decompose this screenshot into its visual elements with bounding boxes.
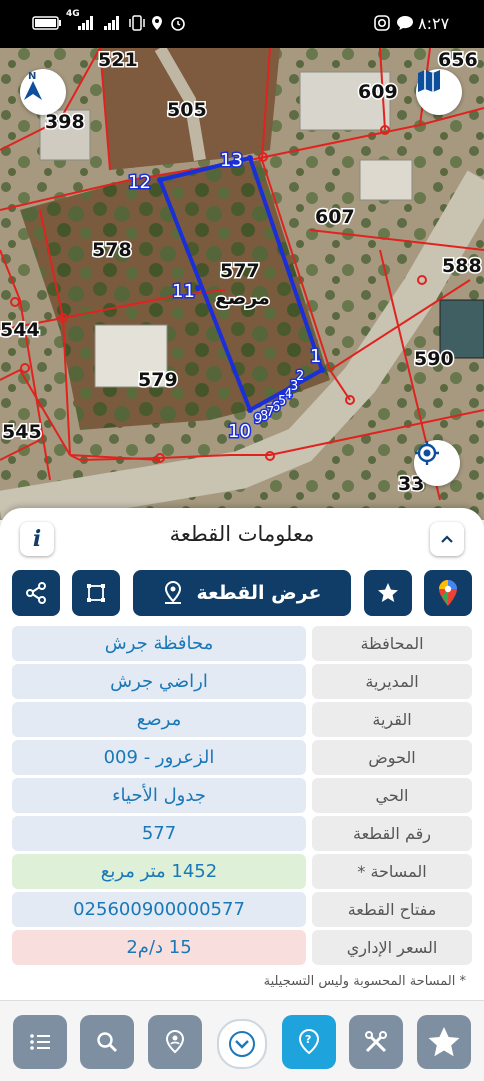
parcel-key-value: 025600900000577	[12, 892, 306, 927]
signal-icon-2	[104, 12, 122, 34]
row-area: 1452 متر مربع المساحة *	[12, 854, 472, 889]
google-maps-icon	[439, 580, 457, 606]
neighborhood-label: الحي	[312, 778, 472, 813]
favorite-button[interactable]	[364, 570, 412, 616]
parcel-label-588: 588	[442, 255, 482, 277]
collapse-nav-button[interactable]	[217, 1019, 267, 1069]
north-arrow-button[interactable]: N	[20, 69, 66, 115]
vibrate-icon	[128, 12, 146, 34]
collapse-button[interactable]	[430, 522, 464, 556]
map-view[interactable]: 521 656 505 609 398 607 578 577 مرصع 588…	[0, 48, 484, 520]
parcel-village-label: مرصع	[215, 287, 270, 309]
row-admin-price: 15 د/م2 السعر الإداري	[12, 930, 472, 965]
location-search-button[interactable]	[148, 1015, 202, 1069]
row-parcel-number: 577 رقم القطعة	[12, 816, 472, 851]
show-parcel-label: عرض القطعة	[196, 582, 322, 604]
parcel-label-607: 607	[315, 206, 355, 228]
parcel-label-609: 609	[358, 81, 398, 103]
parcel-label-505: 505	[167, 99, 207, 121]
governorate-value: محافظة جرش	[12, 626, 306, 661]
favorites-button[interactable]	[417, 1015, 471, 1069]
parcel-label-579: 579	[138, 369, 178, 391]
row-basin: الزعرور - 009 الحوض	[12, 740, 472, 775]
my-location-button[interactable]	[414, 440, 460, 486]
compass-icon: N	[24, 71, 42, 100]
svg-text:N: N	[28, 71, 36, 82]
area-footnote: * المساحة المحسوبة وليس التسجيلية	[263, 974, 466, 989]
vertex-label-9: 9	[254, 412, 262, 427]
admin-price-value: 15 د/م2	[12, 930, 306, 965]
google-maps-button[interactable]	[424, 570, 472, 616]
parcel-key-label: مفتاح القطعة	[312, 892, 472, 927]
row-neighborhood: جدول الأحياء الحي	[12, 778, 472, 813]
instagram-icon	[374, 12, 390, 34]
row-governorate: محافظة جرش المحافظة	[12, 626, 472, 661]
polygon-button[interactable]	[72, 570, 120, 616]
parcel-label-398: 398	[45, 111, 85, 133]
parcel-number-label: رقم القطعة	[312, 816, 472, 851]
star-icon	[428, 1027, 460, 1057]
governorate-label: المحافظة	[312, 626, 472, 661]
list-button[interactable]	[13, 1015, 67, 1069]
parcel-label-521: 521	[98, 49, 138, 71]
vertex-label-12: 12	[128, 172, 151, 193]
search-button[interactable]	[80, 1015, 134, 1069]
area-value: 1452 متر مربع	[12, 854, 306, 889]
location-pin-icon	[165, 1030, 185, 1054]
chevron-down-icon	[229, 1031, 255, 1057]
alarm-icon	[170, 12, 186, 34]
row-parcel-key: 025600900000577 مفتاح القطعة	[12, 892, 472, 927]
polygon-shape-icon	[87, 584, 105, 602]
crosshair-icon	[415, 441, 439, 465]
share-button[interactable]	[12, 570, 60, 616]
parcel-label-656: 656	[438, 49, 478, 71]
map-pin-icon	[165, 581, 182, 604]
basin-label: الحوض	[312, 740, 472, 775]
show-parcel-button[interactable]: عرض القطعة	[133, 570, 351, 616]
directorate-value: اراضي جرش	[12, 664, 306, 699]
map-layers-icon	[418, 70, 440, 92]
list-icon	[30, 1034, 50, 1050]
help-pin-icon: ?	[298, 1029, 320, 1055]
chevron-up-icon	[441, 535, 453, 543]
parcel-info-panel: i معلومات القطعة عرض القطعة محافظة جرش ا…	[0, 508, 484, 1080]
tools-icon	[365, 1031, 387, 1053]
signal-icon	[78, 12, 96, 34]
status-bar: 4G ٨:٢٧	[0, 0, 484, 48]
area-label: المساحة *	[312, 854, 472, 889]
layers-button[interactable]	[416, 69, 462, 115]
parcel-label-578: 578	[92, 239, 132, 261]
directorate-label: المديرية	[312, 664, 472, 699]
help-location-button[interactable]: ?	[282, 1015, 336, 1069]
parcel-label-590: 590	[414, 348, 454, 370]
row-directorate: اراضي جرش المديرية	[12, 664, 472, 699]
svg-text:?: ?	[305, 1033, 311, 1046]
parcel-label-544: 544	[0, 319, 40, 341]
parcel-label-577: 577	[220, 260, 260, 282]
location-icon	[150, 12, 164, 34]
row-village: مرصع القرية	[12, 702, 472, 737]
chat-icon	[396, 12, 414, 34]
vertex-label-11: 11	[172, 281, 195, 302]
clock-text: ٨:٢٧	[418, 13, 450, 33]
village-value: مرصع	[12, 702, 306, 737]
vertex-label-1: 1	[310, 346, 321, 367]
vertex-label-10: 10	[228, 421, 251, 442]
search-icon	[97, 1032, 117, 1052]
basin-value: الزعرور - 009	[12, 740, 306, 775]
village-label: القرية	[312, 702, 472, 737]
battery-icon	[32, 12, 62, 34]
admin-price-label: السعر الإداري	[312, 930, 472, 965]
tools-button[interactable]	[349, 1015, 403, 1069]
share-icon	[26, 582, 46, 604]
bottom-toolbar: ?	[0, 1000, 484, 1081]
parcel-label-545: 545	[2, 421, 42, 443]
star-icon	[378, 583, 398, 602]
neighborhood-value: جدول الأحياء	[12, 778, 306, 813]
panel-title: معلومات القطعة	[169, 522, 315, 546]
parcel-number-value: 577	[12, 816, 306, 851]
satellite-map[interactable]: 521 656 505 609 398 607 578 577 مرصع 588…	[0, 48, 484, 520]
vertex-label-13: 13	[220, 150, 243, 171]
